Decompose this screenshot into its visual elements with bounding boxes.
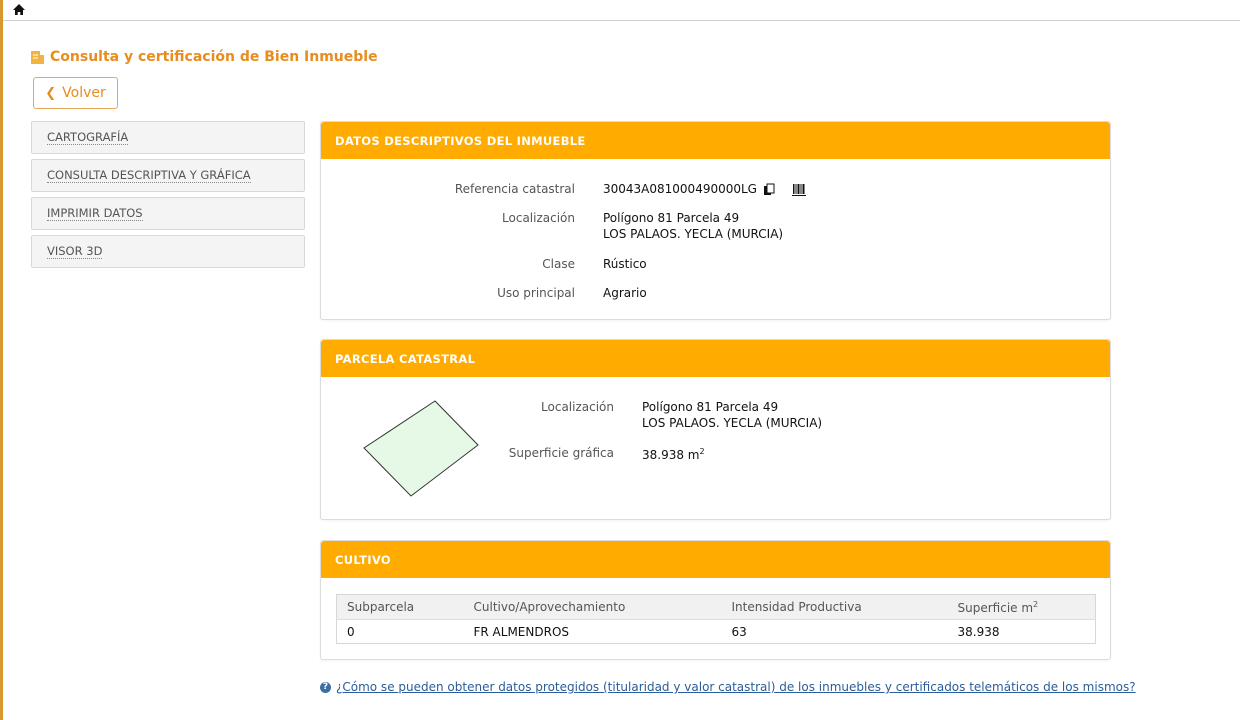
- superficie-number: 38.938 m: [642, 448, 700, 462]
- ref-label: Referencia catastral: [454, 182, 575, 196]
- uso-value: Agrario: [603, 286, 647, 300]
- column-header-intensidad: Intensidad Productiva: [721, 594, 948, 620]
- help-link-text[interactable]: ¿Cómo se pueden obtener datos protegidos…: [336, 680, 1136, 694]
- chevron-left-icon: ❮: [45, 85, 57, 101]
- uso-label: Uso principal: [497, 286, 575, 300]
- datos-descriptivos-panel: DATOS DESCRIPTIVOS DEL INMUEBLE Referenc…: [320, 121, 1111, 320]
- cell-superficie: 38.938: [957, 624, 1000, 639]
- sidebar-item-label: IMPRIMIR DATOS: [47, 206, 143, 221]
- parcela-loc-value: Polígono 81 Parcela 49 LOS PALAOS. YECLA…: [642, 399, 822, 431]
- cultivo-table: Subparcela Cultivo/Aprovechamiento Inten…: [336, 594, 1096, 644]
- sidebar-item-consulta[interactable]: CONSULTA DESCRIPTIVA Y GRÁFICA: [31, 159, 305, 192]
- sidebar-item-visor-3d[interactable]: VISOR 3D: [31, 235, 305, 268]
- clase-value: Rústico: [603, 257, 647, 271]
- cell-subparcela: 0: [347, 624, 355, 639]
- top-bar: [3, 0, 1240, 21]
- loc-label: Localización: [502, 211, 575, 225]
- page-title: Consulta y certificación de Bien Inmuebl…: [31, 49, 378, 65]
- help-link[interactable]: ? ¿Cómo se pueden obtener datos protegid…: [320, 680, 1136, 694]
- home-icon[interactable]: [12, 3, 26, 17]
- window-left-edge: [0, 0, 3, 720]
- superficie-header-superscript: 2: [1033, 599, 1039, 609]
- barcode-icon[interactable]: [791, 183, 806, 196]
- sidebar-item-label: VISOR 3D: [47, 244, 103, 259]
- parcela-panel-header: PARCELA CATASTRAL: [321, 340, 1110, 377]
- cell-intensidad: 63: [731, 624, 747, 639]
- copy-icon[interactable]: [763, 183, 776, 196]
- sidebar-menu: CARTOGRAFÍA CONSULTA DESCRIPTIVA Y GRÁFI…: [31, 121, 305, 273]
- question-circle-icon: ?: [320, 681, 331, 693]
- superficie-value: 38.938 m2: [642, 444, 705, 463]
- clase-label: Clase: [542, 257, 575, 271]
- ref-value: 30043A081000490000LG: [603, 182, 757, 196]
- parcela-loc-line2: LOS PALAOS. YECLA (MURCIA): [642, 416, 823, 430]
- sidebar-item-label: CARTOGRAFÍA: [47, 130, 129, 145]
- cultivo-panel-header: CULTIVO: [321, 541, 1110, 578]
- cell-cultivo: FR ALMENDROS: [473, 624, 570, 639]
- ref-value-row: 30043A081000490000LG: [603, 181, 806, 197]
- cultivo-panel: CULTIVO Subparcela Cultivo/Aprovechamien…: [320, 540, 1111, 660]
- parcela-loc-line1: Polígono 81 Parcela 49: [642, 400, 779, 414]
- document-icon: [31, 50, 44, 64]
- superficie-header-text: Superficie m: [957, 600, 1034, 615]
- sidebar-item-label: CONSULTA DESCRIPTIVA Y GRÁFICA: [47, 168, 251, 183]
- sidebar-item-imprimir[interactable]: IMPRIMIR DATOS: [31, 197, 305, 230]
- back-button-label: Volver: [62, 85, 106, 101]
- superficie-label: Superficie gráfica: [508, 446, 614, 460]
- column-header-superficie: Superficie m2: [947, 594, 1096, 620]
- column-header-subparcela: Subparcela: [336, 594, 464, 620]
- superficie-unit-superscript: 2: [699, 447, 705, 456]
- page-title-text: Consulta y certificación de Bien Inmuebl…: [50, 49, 378, 65]
- table-header-row: Subparcela Cultivo/Aprovechamiento Inten…: [336, 594, 1096, 620]
- table-row: 0 FR ALMENDROS 63 38.938: [337, 620, 1096, 644]
- loc-value: Polígono 81 Parcela 49 LOS PALAOS. YECLA…: [603, 210, 783, 242]
- parcela-catastral-panel: PARCELA CATASTRAL Localización Polígono …: [320, 339, 1111, 520]
- loc-line1: Polígono 81 Parcela 49: [603, 211, 740, 225]
- parcela-loc-label: Localización: [541, 400, 614, 414]
- sidebar-item-cartografia[interactable]: CARTOGRAFÍA: [31, 121, 305, 154]
- datos-panel-header: DATOS DESCRIPTIVOS DEL INMUEBLE: [321, 122, 1110, 159]
- back-button[interactable]: ❮ Volver: [33, 77, 118, 109]
- loc-line2: LOS PALAOS. YECLA (MURCIA): [603, 227, 784, 241]
- column-header-cultivo: Cultivo/Aprovechamiento: [463, 594, 722, 620]
